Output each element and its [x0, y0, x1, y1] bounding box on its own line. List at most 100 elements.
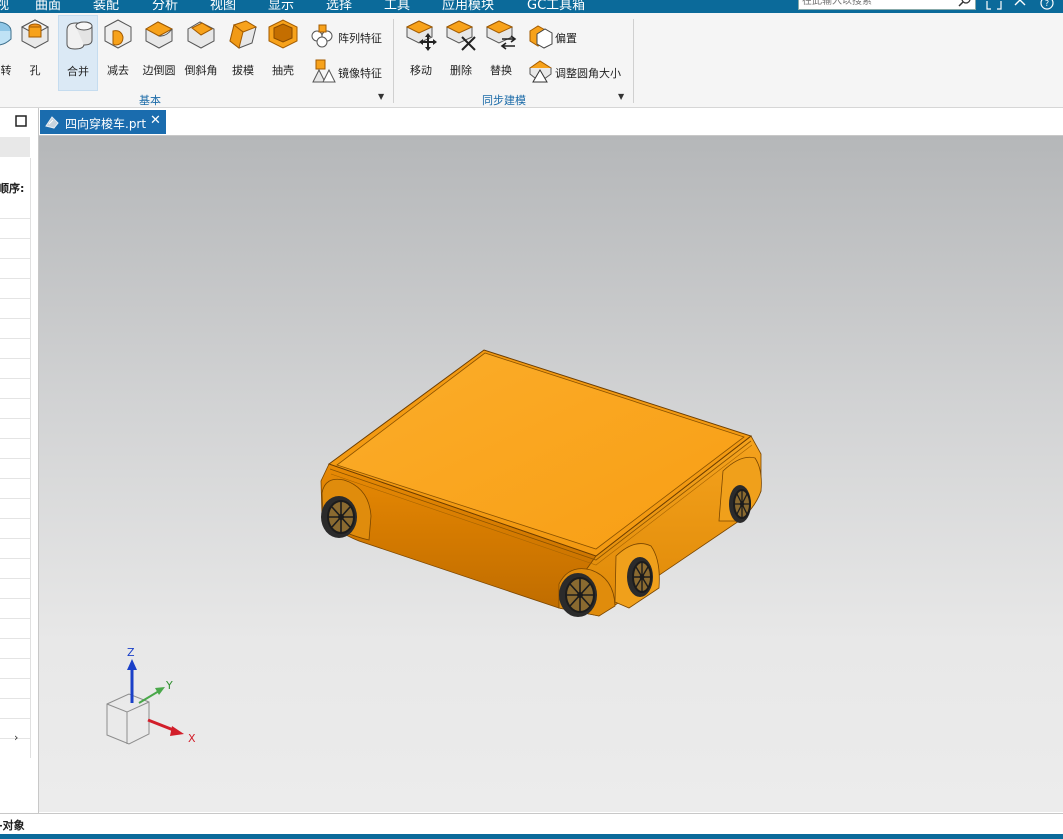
bottom-accent-strip	[0, 834, 1063, 839]
part-file-icon	[45, 116, 59, 129]
mirror-feature-icon	[312, 59, 336, 83]
menu-item-surface[interactable]: 曲面	[35, 0, 61, 13]
document-tab-bar: 四向穿梭车.prt ✕	[39, 108, 1063, 136]
subtract-icon	[104, 19, 132, 49]
wheel-front-left	[321, 496, 357, 538]
navigator-row[interactable]	[0, 358, 30, 379]
group-sync-expand-icon[interactable]: ▼	[618, 92, 624, 101]
scroll-right-icon[interactable]: ›	[14, 731, 18, 744]
edge-blend-icon	[144, 21, 174, 49]
mirror-feature-button[interactable]: 镜像特征	[310, 58, 390, 84]
navigator-vscrollbar[interactable]	[30, 158, 38, 758]
navigator-row[interactable]	[0, 418, 30, 439]
resize-blend-button[interactable]: 调整圆角大小	[527, 58, 627, 84]
menu-item-app-modules[interactable]: 应用模块	[442, 0, 494, 13]
pattern-feature-button[interactable]: 阵列特征	[310, 23, 390, 49]
unite-icon	[66, 21, 93, 50]
part-navigator-panel: 顺序: ›	[0, 108, 39, 813]
offset-region-icon	[529, 25, 553, 49]
offset-region-label: 偏置	[555, 32, 577, 45]
resize-blend-icon	[529, 60, 552, 83]
graphics-viewport[interactable]: Z Y X	[39, 136, 1063, 812]
navigator-row[interactable]	[0, 458, 30, 479]
resize-blend-label: 调整圆角大小	[555, 67, 621, 80]
navigator-row[interactable]	[0, 318, 30, 339]
navigator-row[interactable]	[0, 338, 30, 359]
chamfer-button[interactable]: 倒斜角	[181, 17, 221, 87]
navigator-row[interactable]	[0, 278, 30, 299]
triad-z-label: Z	[127, 646, 135, 659]
hole-button[interactable]: 孔	[15, 17, 55, 87]
menu-item-view-partial[interactable]: 视	[0, 0, 9, 13]
navigator-row[interactable]	[0, 378, 30, 399]
navigator-row[interactable]	[0, 538, 30, 559]
command-search[interactable]	[798, 0, 976, 10]
navigator-row[interactable]	[0, 258, 30, 279]
navigator-row[interactable]	[0, 578, 30, 599]
replace-face-label: 替换	[490, 64, 512, 77]
navigator-row[interactable]	[0, 438, 30, 459]
edge-blend-button[interactable]: 边倒圆	[139, 17, 179, 87]
navigator-row[interactable]	[0, 478, 30, 499]
navigator-row[interactable]	[0, 618, 30, 639]
chamfer-icon	[187, 21, 215, 49]
status-prompt: -对象	[0, 817, 25, 833]
maximize-panel-icon[interactable]	[15, 115, 27, 127]
navigator-column-header	[0, 137, 30, 157]
menu-item-analysis[interactable]: 分析	[152, 0, 178, 13]
triad-x-label: X	[188, 732, 196, 745]
delete-face-icon	[445, 20, 476, 51]
offset-region-button[interactable]: 偏置	[527, 23, 597, 49]
tab-part-file[interactable]: 四向穿梭车.prt ✕	[40, 110, 166, 134]
group-sync-modeling-label: 同步建模	[482, 94, 526, 107]
fullscreen-icon[interactable]	[986, 0, 1002, 11]
navigator-header	[0, 108, 38, 135]
navigator-row[interactable]	[0, 198, 30, 219]
shell-label: 抽壳	[272, 64, 294, 77]
draft-icon	[229, 20, 258, 49]
mirror-feature-label: 镜像特征	[338, 67, 382, 80]
hole-icon	[20, 19, 50, 49]
navigator-row[interactable]	[0, 238, 30, 259]
navigator-row[interactable]	[0, 398, 30, 419]
group-basic-expand-icon[interactable]: ▼	[378, 92, 384, 101]
status-prompt-text: 对象	[2, 819, 25, 832]
menu-item-assembly[interactable]: 装配	[93, 0, 119, 13]
navigator-row[interactable]	[0, 658, 30, 679]
menu-item-display[interactable]: 显示	[268, 0, 294, 13]
navigator-row[interactable]	[0, 558, 30, 579]
subtract-button[interactable]: 减去	[98, 17, 138, 87]
menu-item-tools[interactable]: 工具	[384, 0, 410, 13]
menu-item-select[interactable]: 选择	[326, 0, 352, 13]
replace-face-button[interactable]: 替换	[481, 17, 521, 87]
navigator-row[interactable]	[0, 518, 30, 539]
group-basic-label: 基本	[139, 94, 161, 107]
tab-close-icon[interactable]: ✕	[150, 113, 161, 128]
navigator-row[interactable]	[0, 638, 30, 659]
ribbon-separator-end	[633, 19, 634, 103]
search-icon[interactable]	[958, 0, 972, 7]
navigator-row[interactable]	[0, 218, 30, 239]
tab-part-file-label: 四向穿梭车.prt	[65, 117, 147, 131]
menu-item-gc-toolbox[interactable]: GC工具箱	[527, 0, 585, 13]
navigator-row[interactable]	[0, 598, 30, 619]
help-icon[interactable]: ?	[1039, 0, 1055, 13]
menu-item-view[interactable]: 视图	[210, 0, 236, 13]
pattern-feature-label: 阵列特征	[338, 32, 382, 45]
status-bar: -对象	[0, 813, 1063, 834]
search-input[interactable]	[799, 0, 952, 7]
timestamp-order-label: 顺序:	[0, 182, 25, 195]
triad-y-label: Y	[165, 679, 173, 692]
ribbon-separator	[393, 19, 394, 103]
navigator-row[interactable]	[0, 698, 30, 719]
shell-button[interactable]: 抽壳	[263, 17, 303, 87]
unite-button[interactable]: 合并	[58, 15, 98, 91]
ribbon: 转 孔 合并 减去 边倒圆 倒斜角 拔模 抽壳 阵列特征 镜像特征 基本 ▼ 移…	[0, 13, 1063, 108]
view-triad[interactable]: Z Y X	[99, 641, 219, 751]
menu-bar: 视 曲面 装配 分析 视图 显示 选择 工具 应用模块 GC工具箱 ?	[0, 0, 1063, 13]
navigator-row[interactable]	[0, 678, 30, 699]
collapse-ribbon-icon[interactable]	[1013, 0, 1027, 11]
navigator-row[interactable]	[0, 498, 30, 519]
navigator-row[interactable]	[0, 298, 30, 319]
wheel-front-right	[559, 573, 597, 617]
